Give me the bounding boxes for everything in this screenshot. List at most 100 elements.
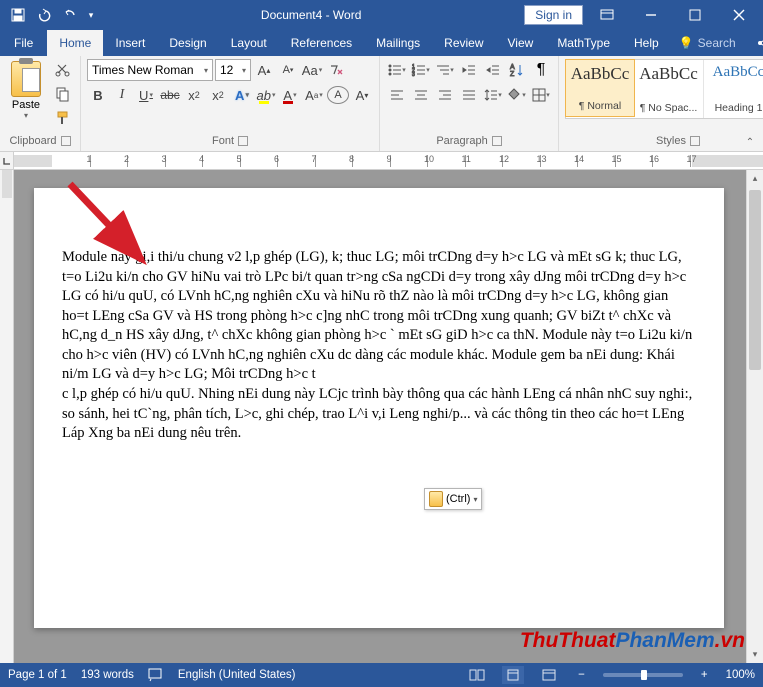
align-right-button[interactable] xyxy=(434,84,456,106)
show-marks-button[interactable]: ¶ xyxy=(530,59,552,81)
ribbon-display-icon[interactable] xyxy=(587,1,627,29)
spellcheck-icon[interactable] xyxy=(148,667,164,684)
tell-me-search[interactable]: 💡 Search xyxy=(671,36,744,50)
read-mode-icon[interactable] xyxy=(466,666,488,684)
clipboard-launcher-icon[interactable] xyxy=(61,136,71,146)
paragraph[interactable]: Module này gi,i thi/u chung v2 l,p ghép … xyxy=(62,248,696,385)
tab-review[interactable]: Review xyxy=(432,30,495,56)
multilevel-list-button[interactable]: ▾ xyxy=(434,59,456,81)
line-spacing-button[interactable]: ▾ xyxy=(482,84,504,106)
align-center-button[interactable] xyxy=(410,84,432,106)
save-icon[interactable] xyxy=(6,3,30,27)
svg-text:3: 3 xyxy=(412,72,415,78)
italic-button[interactable]: I xyxy=(111,84,133,106)
increase-indent-button[interactable] xyxy=(482,59,504,81)
vertical-scrollbar[interactable]: ▴ ▾ xyxy=(746,170,763,663)
paste-options-button[interactable]: (Ctrl) ▾ xyxy=(424,488,482,510)
style-normal[interactable]: AaBbCc ¶ Normal xyxy=(565,59,635,117)
shrink-font-button[interactable]: A▾ xyxy=(277,59,299,81)
web-layout-icon[interactable] xyxy=(538,666,560,684)
change-case-button[interactable]: Aa▾ xyxy=(301,59,323,81)
zoom-level[interactable]: 100% xyxy=(726,669,755,681)
tab-mailings[interactable]: Mailings xyxy=(364,30,432,56)
tab-selector-icon[interactable] xyxy=(0,152,14,169)
word-count[interactable]: 193 words xyxy=(81,669,134,681)
style-no-spacing[interactable]: AaBbCc ¶ No Spac... xyxy=(634,60,704,118)
align-left-button[interactable] xyxy=(386,84,408,106)
text-effects-button[interactable]: A▾ xyxy=(231,84,253,106)
scroll-down-icon[interactable]: ▾ xyxy=(747,646,763,663)
title-bar: ▾ Document4 - Word Sign in xyxy=(0,0,763,30)
tab-home[interactable]: Home xyxy=(47,30,103,56)
ruler-number: 11 xyxy=(462,154,471,164)
style-name: Heading 1 xyxy=(708,102,763,114)
page-status[interactable]: Page 1 of 1 xyxy=(8,669,67,681)
ruler-number: 17 xyxy=(687,154,697,164)
scrollbar-thumb[interactable] xyxy=(749,190,761,370)
document-area: Module này gi,i thi/u chung v2 l,p ghép … xyxy=(0,170,763,663)
styles-launcher-icon[interactable] xyxy=(690,136,700,146)
justify-button[interactable] xyxy=(458,84,480,106)
clear-formatting-button[interactable] xyxy=(325,59,347,81)
horizontal-ruler[interactable]: 1234567891011121314151617 xyxy=(0,152,763,170)
phonetic-guide-button[interactable]: A▾ xyxy=(351,84,373,106)
sign-in-button[interactable]: Sign in xyxy=(524,5,583,25)
language-status[interactable]: English (United States) xyxy=(178,669,296,681)
tab-file[interactable]: File xyxy=(0,30,47,56)
tab-design[interactable]: Design xyxy=(157,30,218,56)
bold-button[interactable]: B xyxy=(87,84,109,106)
vertical-ruler[interactable] xyxy=(0,170,14,663)
font-launcher-icon[interactable] xyxy=(238,136,248,146)
undo-icon[interactable] xyxy=(32,3,56,27)
grow-font-button[interactable]: A▴ xyxy=(253,59,275,81)
copy-button[interactable] xyxy=(52,83,74,105)
print-layout-icon[interactable] xyxy=(502,666,524,684)
underline-button[interactable]: U▾ xyxy=(135,84,157,106)
close-icon[interactable] xyxy=(719,1,759,29)
document-scroll[interactable]: Module này gi,i thi/u chung v2 l,p ghép … xyxy=(14,170,746,663)
paragraph[interactable]: c l,p ghép có hi/u quU. Nhing nEi dung n… xyxy=(62,385,696,444)
cut-button[interactable] xyxy=(52,59,74,81)
tab-mathtype[interactable]: MathType xyxy=(545,30,622,56)
zoom-out-button[interactable]: − xyxy=(574,669,589,681)
maximize-icon[interactable] xyxy=(675,1,715,29)
decrease-indent-button[interactable] xyxy=(458,59,480,81)
tab-help[interactable]: Help xyxy=(622,30,671,56)
font-color-button[interactable]: A▾ xyxy=(279,84,301,106)
scroll-up-icon[interactable]: ▴ xyxy=(747,170,763,187)
paragraph-launcher-icon[interactable] xyxy=(492,136,502,146)
character-shading-button[interactable]: Aa▾ xyxy=(303,84,325,106)
tab-view[interactable]: View xyxy=(496,30,546,56)
subscript-button[interactable]: x2 xyxy=(183,84,205,106)
format-painter-button[interactable] xyxy=(52,107,74,129)
qat-customize-icon[interactable]: ▾ xyxy=(84,3,98,27)
zoom-slider-thumb[interactable] xyxy=(641,670,647,680)
strikethrough-button[interactable]: abc xyxy=(159,84,181,106)
redo-icon[interactable] xyxy=(58,3,82,27)
paste-options-label: (Ctrl) xyxy=(446,493,470,505)
font-name-combo[interactable]: Times New Roman▾ xyxy=(87,59,213,81)
font-size-combo[interactable]: 12▾ xyxy=(215,59,251,81)
style-preview: AaBbCc xyxy=(708,64,763,81)
numbering-button[interactable]: 123▾ xyxy=(410,59,432,81)
tab-insert[interactable]: Insert xyxy=(103,30,157,56)
shading-button[interactable]: ▾ xyxy=(506,84,528,106)
page[interactable]: Module này gi,i thi/u chung v2 l,p ghép … xyxy=(34,188,724,628)
zoom-slider[interactable] xyxy=(603,673,683,677)
collapse-ribbon-icon[interactable]: ⌃ xyxy=(741,135,759,149)
zoom-in-button[interactable]: + xyxy=(697,669,712,681)
superscript-button[interactable]: x2 xyxy=(207,84,229,106)
style-name: ¶ Normal xyxy=(570,100,630,112)
tab-layout[interactable]: Layout xyxy=(219,30,279,56)
style-heading1[interactable]: AaBbCc Heading 1 xyxy=(704,60,763,118)
paste-button[interactable]: Paste ▾ xyxy=(6,59,46,120)
share-button[interactable]: Share xyxy=(748,36,763,50)
highlight-button[interactable]: ab▾ xyxy=(255,84,277,106)
tab-references[interactable]: References xyxy=(279,30,364,56)
bullets-button[interactable]: ▾ xyxy=(386,59,408,81)
sort-button[interactable]: AZ xyxy=(506,59,528,81)
enclose-characters-button[interactable]: A xyxy=(327,86,349,104)
minimize-icon[interactable] xyxy=(631,1,671,29)
ruler-number: 4 xyxy=(199,154,204,164)
borders-button[interactable]: ▾ xyxy=(530,84,552,106)
